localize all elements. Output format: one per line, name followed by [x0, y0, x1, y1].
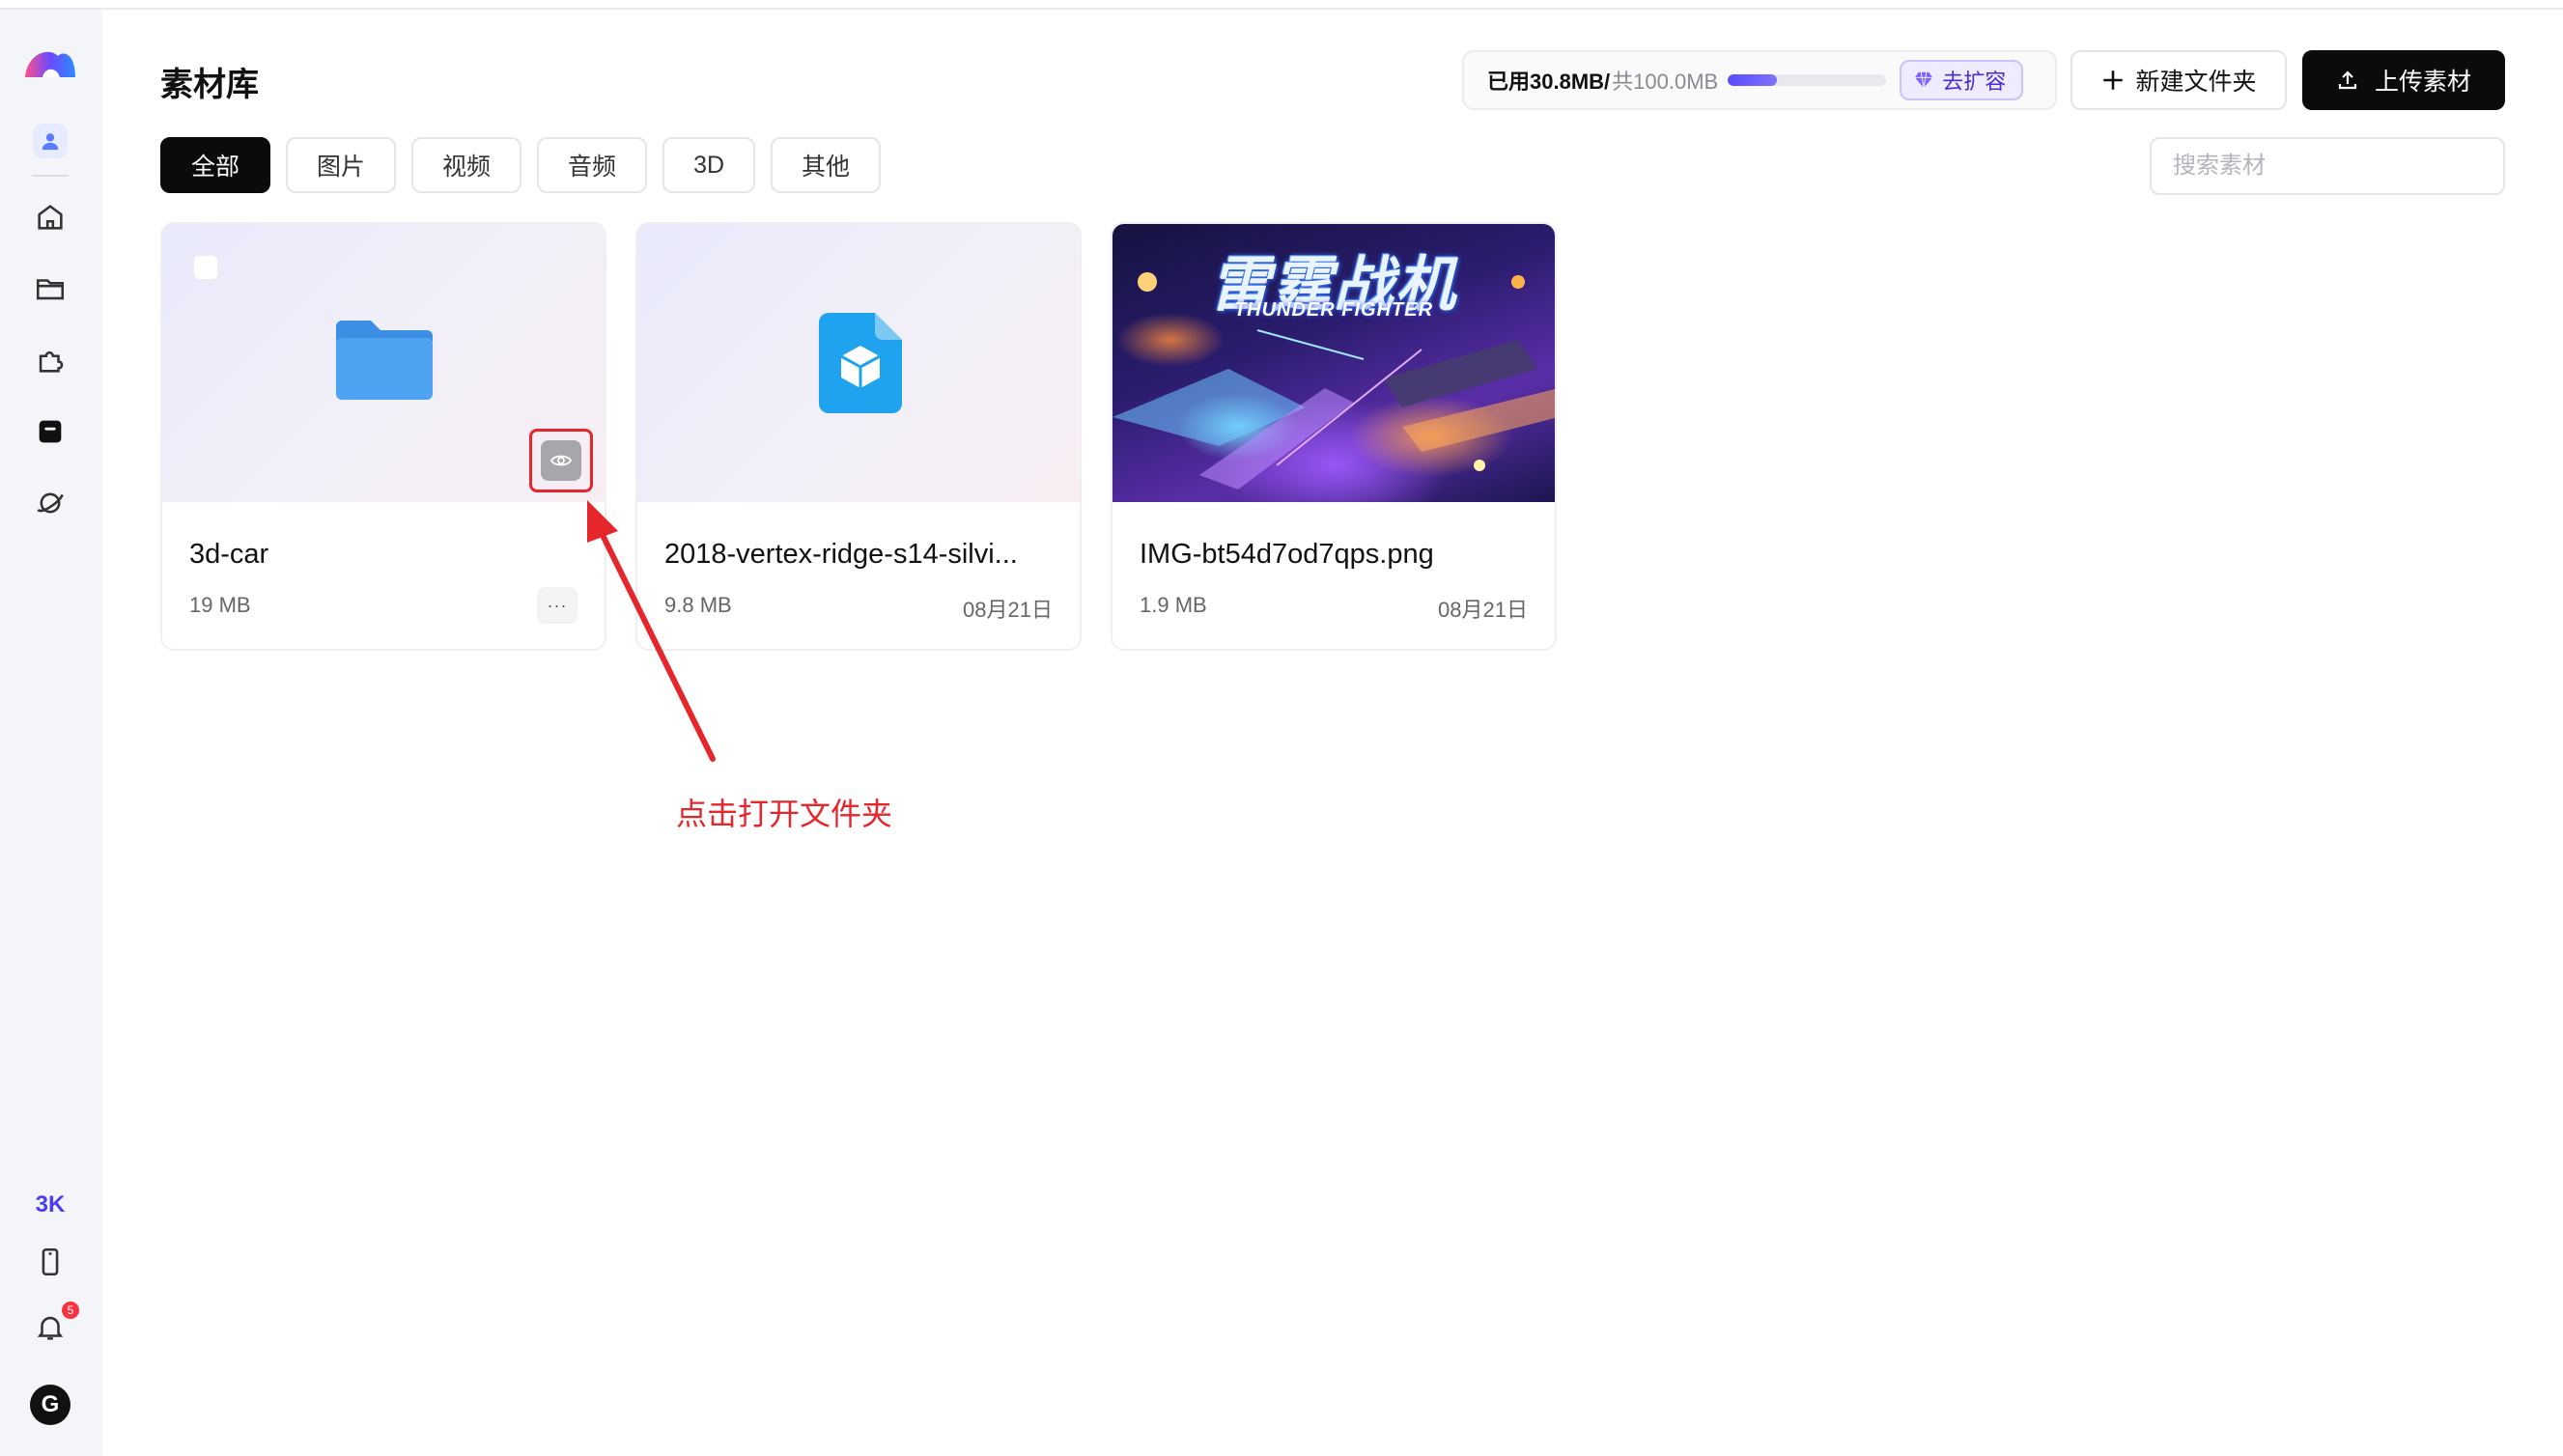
card-date: 08月21日 [1438, 598, 1528, 622]
3d-file-icon [819, 313, 902, 413]
expand-storage-label: 去扩容 [1942, 70, 2007, 94]
plus-icon [2103, 70, 2124, 90]
folder-icon [336, 321, 433, 400]
card-thumbnail [637, 224, 1080, 502]
folder-card[interactable]: 3d-car 19 MB ··· [160, 222, 606, 651]
library-icon[interactable] [26, 407, 74, 456]
card-size: 19 MB [189, 593, 251, 617]
sidebar-divider [32, 175, 69, 177]
eye-icon [549, 455, 573, 466]
storage-indicator: 已用30.8MB/ 共100.0MB 去扩容 [1462, 50, 2057, 110]
new-folder-label: 新建文件夹 [2135, 69, 2257, 96]
card-name: IMG-bt54d7od7qps.png [1140, 539, 1434, 570]
app-logo[interactable] [23, 44, 77, 83]
home-icon[interactable] [26, 193, 74, 241]
tab-other[interactable]: 其他 [771, 137, 882, 193]
annotation-text: 点击打开文件夹 [676, 797, 893, 831]
card-name: 3d-car [189, 539, 269, 570]
expand-storage-button[interactable]: 去扩容 [1900, 60, 2024, 100]
image-subtitle-text: THUNDER FIGHTER [1233, 299, 1434, 321]
tab-all[interactable]: 全部 [160, 137, 271, 193]
storage-progress-bar [1728, 74, 1887, 86]
planet-icon[interactable] [26, 479, 74, 527]
tab-images[interactable]: 图片 [286, 137, 397, 193]
tab-audio[interactable]: 音频 [537, 137, 648, 193]
notification-count-badge: 5 [62, 1302, 79, 1319]
upload-button[interactable]: 上传素材 [2302, 50, 2505, 110]
image-card[interactable]: 雷霆战机 THUNDER FIGHTER IMG-bt54d7od7qps.pn… [1111, 222, 1557, 651]
diamond-icon [1915, 71, 1933, 89]
upload-icon [2338, 70, 2357, 90]
sidebar: 3K 5 G [0, 10, 102, 1456]
search-input[interactable] [2150, 137, 2505, 195]
folder-icon[interactable] [26, 265, 74, 313]
tab-3d[interactable]: 3D [662, 137, 756, 193]
card-thumbnail [162, 224, 605, 502]
user-avatar[interactable]: G [30, 1385, 70, 1425]
profile-icon[interactable] [33, 124, 68, 158]
preview-button[interactable] [541, 440, 581, 481]
storage-total: 共100.0MB [1612, 70, 1719, 94]
storage-progress-fill [1728, 74, 1777, 86]
image-thumbnail: 雷霆战机 THUNDER FIGHTER [1113, 224, 1555, 502]
select-checkbox[interactable] [193, 255, 218, 280]
storage-used: 已用30.8MB/ [1487, 70, 1611, 94]
upload-label: 上传素材 [2374, 69, 2471, 96]
mobile-icon[interactable] [26, 1238, 74, 1286]
version-badge[interactable]: 3K [29, 1190, 71, 1220]
top-divider [0, 8, 2563, 10]
plugin-icon[interactable] [26, 336, 74, 384]
filter-tabs: 全部 图片 视频 音频 3D 其他 [160, 137, 882, 193]
annotation-arrow [587, 500, 716, 762]
card-date: 08月21日 [963, 598, 1053, 622]
card-size: 1.9 MB [1140, 593, 1207, 617]
new-folder-button[interactable]: 新建文件夹 [2070, 50, 2287, 110]
page-title: 素材库 [160, 67, 259, 103]
tab-videos[interactable]: 视频 [411, 137, 522, 193]
